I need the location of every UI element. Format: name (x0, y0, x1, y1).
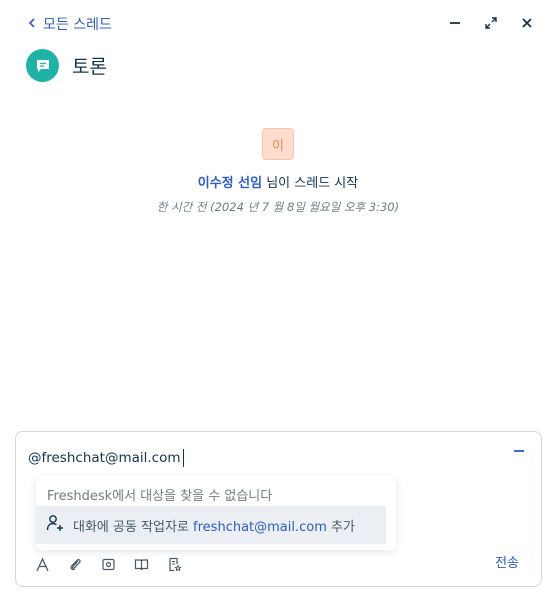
mention-not-found-message: Freshdesk에서 대상을 찾을 수 없습니다 (47, 489, 273, 504)
close-button[interactable] (518, 14, 536, 32)
send-button[interactable]: 전송 (495, 552, 519, 571)
reply-composer[interactable]: @freshchat@mail.com Freshdesk에서 대상을 찾을 수… (15, 431, 542, 587)
composer-input-text: @freshchat@mail.com (28, 450, 181, 466)
chevron-left-icon (27, 16, 37, 32)
template-star-icon (168, 557, 182, 571)
page-title: 토론 (72, 56, 107, 78)
template-button[interactable] (166, 556, 182, 572)
minimize-button[interactable] (446, 14, 464, 32)
text-format-button[interactable] (34, 556, 50, 572)
thread-start-info: 이 이수정 선임 님이 스레드 시작 한 시간 전 (2024 년 7 월 8일… (0, 128, 556, 215)
paperclip-icon (70, 558, 81, 570)
thread-start-line: 이수정 선임 님이 스레드 시작 (0, 172, 556, 191)
canned-response-icon (101, 558, 115, 570)
back-to-all-threads-link[interactable]: 모든 스레드 (27, 14, 112, 34)
thread-start-action: 님이 스레드 시작 (262, 176, 359, 191)
mention-suggestion-popup: Freshdesk에서 대상을 찾을 수 없습니다 대화에 공동 작업자로 fr… (36, 476, 396, 550)
minimize-icon (450, 22, 460, 24)
add-collaborator-label: 대화에 공동 작업자로 freshchat@mail.com 추가 (73, 516, 355, 535)
thread-start-timestamp: 한 시간 전 (2024 년 7 월 8일 월요일 오후 3:30) (156, 200, 400, 214)
collapse-composer-button[interactable] (513, 442, 527, 456)
book-icon (134, 558, 148, 570)
minus-icon (514, 450, 524, 452)
composer-toolbar (34, 556, 182, 572)
mention-email: freshchat@mail.com (193, 519, 327, 535)
author-name[interactable]: 이수정 선임 (198, 176, 262, 191)
add-user-icon (45, 513, 65, 537)
expand-button[interactable] (482, 14, 500, 32)
close-icon (522, 18, 532, 28)
text-caret (182, 449, 184, 467)
thread-panel: 모든 스레드 토론 이 이수정 선임 님이 스레드 시작 한 시간 전 (202… (0, 0, 556, 604)
add-collaborator-option[interactable]: 대화에 공동 작업자로 freshchat@mail.com 추가 (36, 506, 386, 544)
discussion-icon (26, 49, 59, 82)
back-label: 모든 스레드 (43, 17, 112, 33)
avatar: 이 (262, 128, 294, 160)
add-collaborator-prefix: 대화에 공동 작업자로 (73, 519, 194, 535)
add-collaborator-suffix: 추가 (326, 519, 355, 535)
knowledge-base-button[interactable] (133, 556, 149, 572)
composer-input[interactable]: @freshchat@mail.com (28, 449, 184, 467)
text-format-icon (35, 556, 49, 571)
window-controls (446, 14, 536, 32)
expand-icon (485, 17, 497, 29)
thread-header: 토론 (26, 49, 107, 82)
canned-response-button[interactable] (100, 556, 116, 572)
attach-button[interactable] (67, 556, 83, 572)
